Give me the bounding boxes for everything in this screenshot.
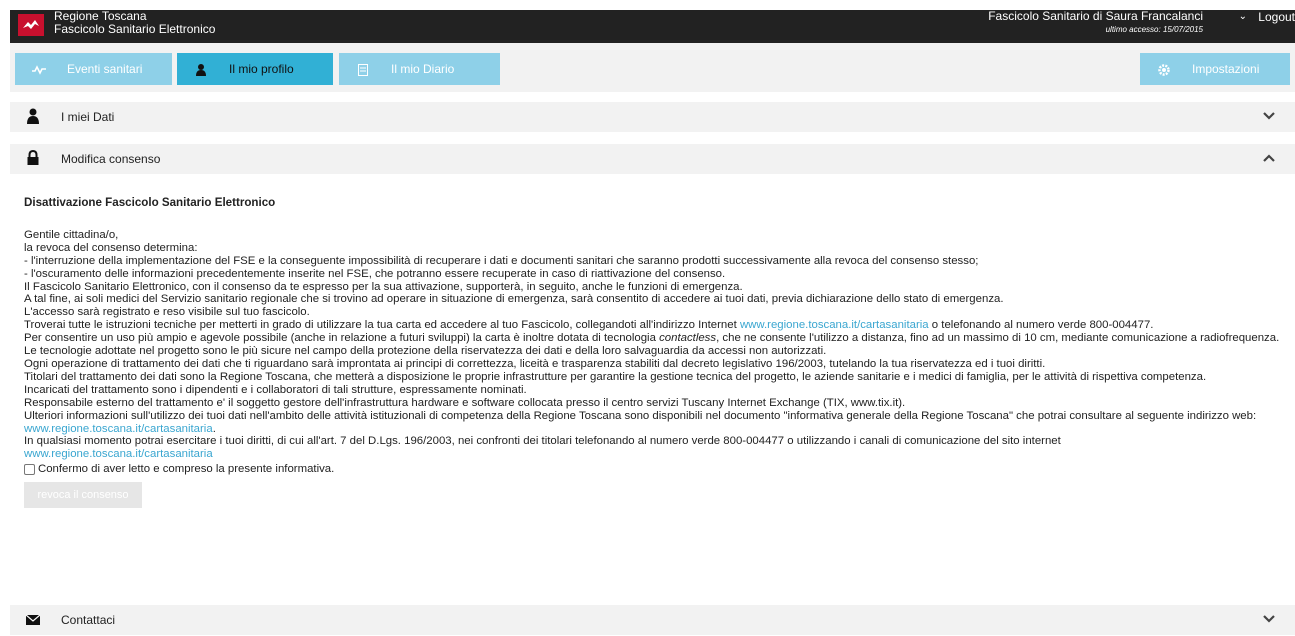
paragraph: Ulteriori informazioni sull'utilizzo dei… [24, 410, 1289, 436]
paragraph: - l'interruzione della implementazione d… [24, 254, 979, 267]
top-bar: Regione Toscana Fascicolo Sanitario Elet… [10, 10, 1295, 43]
lock-icon [27, 150, 39, 165]
user-icon [27, 108, 39, 124]
cartasanitaria-link[interactable]: www.regione.toscana.it/cartasanitaria [740, 319, 929, 331]
text: Per consentire un uso più ampio e agevol… [24, 332, 660, 345]
section-contattaci[interactable]: Contattaci [10, 605, 1295, 635]
section-title: Contattaci [61, 613, 116, 627]
chevron-down-icon[interactable] [1263, 111, 1275, 121]
text: Troverai tutte le istruzioni tecniche pe… [24, 319, 740, 332]
user-info: Fascicolo Sanitario di Saura Francalanci… [988, 10, 1203, 36]
paragraph: Il Fascicolo Sanitario Elettronico, con … [24, 280, 743, 293]
text: Ulteriori informazioni sull'utilizzo dei… [24, 409, 1257, 422]
paragraph: Per consentire un uso più ampio e agevol… [24, 332, 1289, 345]
tab-eventi-sanitari[interactable]: Eventi sanitari [15, 53, 172, 85]
section-modifica-consenso[interactable]: Modifica consenso [10, 144, 1295, 174]
notebook-icon [354, 53, 372, 85]
paragraph: Ogni operazione di trattamento dei dati … [24, 357, 1046, 370]
section-i-miei-dati[interactable]: I miei Dati [10, 102, 1295, 132]
chevron-up-icon[interactable] [1263, 153, 1275, 163]
confirm-checkbox[interactable] [24, 464, 35, 476]
brand-title[interactable]: Regione Toscana Fascicolo Sanitario Elet… [54, 10, 215, 36]
paragraph: Incaricati del trattamento sono i dipend… [24, 383, 527, 396]
cartasanitaria-link[interactable]: www.regione.toscana.it/cartasanitaria [24, 448, 213, 460]
tab-il-mio-profilo[interactable]: Il mio profilo [177, 53, 333, 85]
content-title: Disattivazione Fascicolo Sanitario Elett… [24, 196, 276, 209]
gear-icon [1155, 53, 1173, 85]
paragraph: Le tecnologie adottate nel progetto sono… [24, 345, 827, 358]
last-access: ultimo accesso: 15/07/2015 [1105, 25, 1203, 34]
tab-label: Impostazioni [1192, 62, 1260, 76]
paragraph: L'accesso sarà registrato e reso visibil… [24, 306, 310, 319]
tab-il-mio-diario[interactable]: Il mio Diario [339, 53, 500, 85]
text: . [212, 422, 216, 435]
cartasanitaria-link[interactable]: www.regione.toscana.it/cartasanitaria [24, 423, 213, 435]
paragraph: A tal fine, ai soli medici del Servizio … [24, 293, 1004, 306]
confirm-checkbox-row[interactable]: Confermo di aver letto e compreso la pre… [24, 463, 1289, 476]
chevron-down-icon[interactable]: ⌄ [1239, 11, 1247, 22]
pulse-icon [30, 53, 48, 85]
paragraph: Responsabile esterno del trattamento e' … [24, 396, 906, 409]
user-title: Fascicolo Sanitario di Saura Francalanci [988, 9, 1203, 23]
text-emphasis: contactless [659, 332, 717, 345]
chevron-down-icon[interactable] [1263, 614, 1275, 624]
paragraph: www.regione.toscana.it/cartasanitaria [24, 448, 1289, 461]
impostazioni-button[interactable]: Impostazioni [1140, 53, 1290, 85]
brand-line-2: Fascicolo Sanitario Elettronico [54, 22, 216, 36]
section-title: I miei Dati [61, 110, 115, 124]
text: o telefonando al numero verde 800-004477… [928, 319, 1154, 332]
tab-label: Eventi sanitari [67, 62, 143, 76]
tab-label: Il mio profilo [229, 62, 294, 76]
paragraph: In qualsiasi momento potrai esercitare i… [24, 435, 1061, 448]
logout-link[interactable]: Logout [1258, 10, 1295, 24]
tab-label: Il mio Diario [391, 62, 455, 76]
paragraph: la revoca del consenso determina: [24, 241, 198, 254]
consent-content: Disattivazione Fascicolo Sanitario Elett… [24, 196, 1289, 509]
section-title: Modifica consenso [61, 152, 161, 166]
user-icon [192, 53, 210, 85]
text: , che ne consente l'utilizzo a distanza,… [716, 332, 1280, 345]
paragraph: - l'oscuramento delle informazioni prece… [24, 267, 726, 280]
envelope-icon [26, 614, 40, 625]
revoca-consenso-button[interactable]: revoca il consenso [24, 482, 142, 509]
paragraph: Titolari del trattamento dei dati sono l… [24, 370, 1207, 383]
regione-toscana-logo [18, 14, 44, 36]
confirm-label: Confermo di aver letto e compreso la pre… [38, 463, 335, 476]
paragraph: Gentile cittadina/o, [24, 228, 119, 241]
main-navigation: Eventi sanitari Il mio profilo Il mio Di… [10, 43, 1295, 92]
paragraph: Troverai tutte le istruzioni tecniche pe… [24, 319, 1289, 332]
